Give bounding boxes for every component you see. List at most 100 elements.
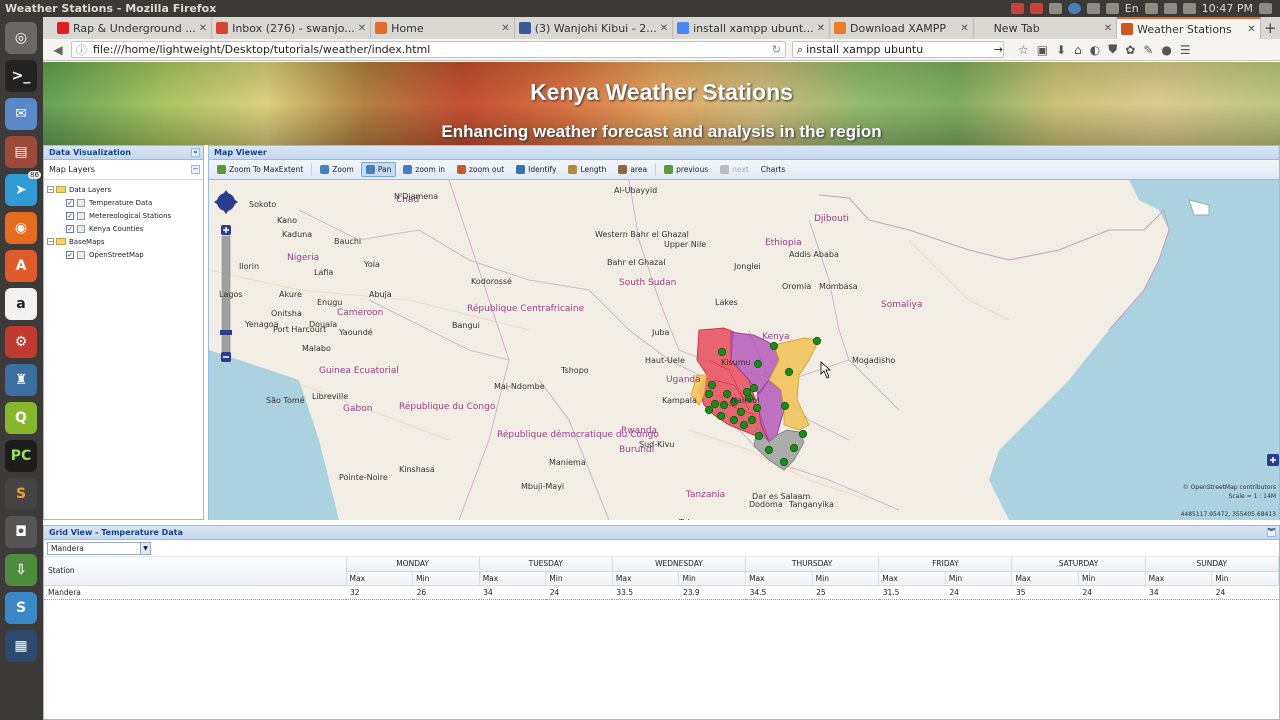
layer-checkbox[interactable]: ✓ [66,211,74,220]
layer-checkbox[interactable]: ✓ [66,250,74,259]
close-tab-icon[interactable]: ✕ [960,23,968,34]
browser-tab[interactable]: Weather Stations ✕ [1117,17,1261,39]
close-tab-icon[interactable]: ✕ [1247,24,1255,35]
new-tab-button[interactable]: + [1261,17,1280,39]
day-column-header[interactable]: FRIDAY [878,557,1013,572]
battery-icon[interactable] [1163,3,1177,14]
map-tool-zoom-in-button[interactable]: zoom in [398,162,450,177]
screenshot-icon[interactable]: ◘ [5,516,37,548]
station-marker[interactable] [784,367,794,377]
url-bar[interactable]: ⓘ file:///home/lightweight/Desktop/tutor… [71,41,786,58]
close-tab-icon[interactable]: ✕ [660,23,668,34]
collapse-toggle-icon[interactable]: − [47,186,54,193]
max-column-header[interactable]: Max [745,571,813,586]
tree-node-data-layers[interactable]: − Data Layers [44,183,203,196]
tree-node-temperature-data[interactable]: ✓ Temperature Data [44,196,203,209]
record-icon[interactable] [1010,3,1024,14]
map-tool-zoom-to-maxextent-button[interactable]: Zoom To MaxExtent [212,162,308,177]
files-icon[interactable]: ▤ [5,136,37,168]
ublock-icon[interactable]: ⛊ [1108,42,1117,57]
layer-checkbox[interactable]: ✓ [66,198,74,207]
close-app-icon[interactable] [1029,3,1043,14]
station-marker[interactable] [704,389,714,399]
station-marker[interactable] [704,405,714,415]
close-tab-icon[interactable]: ✕ [358,23,366,34]
station-marker[interactable] [707,380,717,390]
max-column-header[interactable]: Max [878,571,946,586]
software-center-icon[interactable]: A [5,250,37,282]
station-column-header[interactable]: Station [44,557,347,586]
hamburger-menu-icon[interactable]: ☰ [1180,43,1191,57]
station-marker[interactable] [719,400,729,410]
station-marker[interactable] [717,347,727,357]
back-arrow-icon[interactable]: ◀ [49,41,67,59]
chevron-down-icon[interactable]: ▼ [140,542,150,554]
search-input[interactable]: install xampp ubuntu [806,43,994,56]
close-tab-icon[interactable]: ✕ [199,23,207,34]
day-column-header[interactable]: SUNDAY [1145,557,1280,572]
day-column-header[interactable]: WEDNESDAY [612,557,747,572]
station-marker[interactable] [780,401,790,411]
close-tab-icon[interactable]: ✕ [1104,23,1112,34]
browser-tab[interactable]: install xampp ubunt... ✕ [673,17,831,39]
browser-tab[interactable]: Inbox (276) - swanjo... ✕ [212,17,372,39]
map-canvas[interactable]: Nigeria Cameroon Chad South Sudan Ethiopia Dj… [209,180,1279,520]
browser-tab[interactable]: New Tab ✕ [974,17,1118,39]
pycharm-icon[interactable]: PC [5,440,37,472]
min-column-header[interactable]: Min [1211,571,1279,586]
bookmark-star-icon[interactable]: ☆ [1018,43,1029,57]
min-column-header[interactable]: Min [945,571,1013,586]
station-marker[interactable] [764,445,774,455]
tree-node-stations[interactable]: ✓ Metereological Stations [44,209,203,222]
map-tool-zoom-button[interactable]: Zoom [315,162,359,177]
download-icon[interactable]: ⬇ [1056,43,1066,57]
station-marker[interactable] [752,403,762,413]
url-text[interactable]: file:///home/lightweight/Desktop/tutoria… [93,43,772,56]
browser-tab[interactable]: (3) Wanjohi Kibui - 2... ✕ [515,17,674,39]
browser-tab[interactable]: Download XAMPP ✕ [830,17,974,39]
county-select-value[interactable]: Mandera [51,544,140,553]
max-column-header[interactable]: Max [479,571,547,586]
mail-icon[interactable] [1105,3,1119,14]
map-tool-zoom-out-button[interactable]: zoom out [452,162,509,177]
green-extension-icon[interactable]: ● [1161,43,1171,57]
station-marker[interactable] [749,383,759,393]
map-tool-identify-button[interactable]: Identify [511,162,561,177]
day-column-header[interactable]: TUESDAY [479,557,613,572]
table-row[interactable]: Mandera 32 26 34 24 33.5 23.9 34.5 25 31.5 24 35 24 3… [44,584,1279,600]
bluetooth-icon[interactable] [1144,3,1158,14]
collapse-icon[interactable]: « [191,148,200,157]
map-tool-pan-button[interactable]: Pan [360,162,397,177]
station-marker[interactable] [753,359,763,369]
county-select[interactable]: Mandera ▼ [47,541,151,555]
workspace-icon[interactable]: ▦ [5,630,37,662]
min-column-header[interactable]: Min [412,571,480,586]
map-tool-next-button[interactable]: next [715,162,754,177]
site-info-icon[interactable]: ⓘ [76,42,87,58]
station-marker[interactable] [722,389,732,399]
station-marker[interactable] [729,415,739,425]
station-marker[interactable] [710,399,720,409]
layer-checkbox[interactable]: ✓ [66,224,74,233]
amazon-icon[interactable]: a [5,288,37,320]
firefox-icon[interactable]: ◉ [5,212,37,244]
volume-icon[interactable] [1182,3,1196,14]
min-column-header[interactable]: Min [545,571,613,586]
map-tool-charts-button[interactable]: Charts [756,162,791,177]
station-marker[interactable] [812,336,822,346]
station-marker[interactable] [739,420,749,430]
day-column-header[interactable]: MONDAY [346,557,480,572]
min-column-header[interactable]: Min [1078,571,1146,586]
station-marker[interactable] [754,431,764,441]
search-bar[interactable]: ⌕ install xampp ubuntu → [792,41,1004,58]
extension-icon[interactable]: ✿ [1125,43,1135,57]
station-marker[interactable] [789,443,799,453]
wifi-icon[interactable] [1086,3,1100,14]
notification-icon[interactable] [1067,3,1081,14]
station-marker[interactable] [769,341,779,351]
browser-tab[interactable]: Rap & Underground ... ✕ [53,17,213,39]
minus-icon[interactable]: − [191,165,200,174]
day-column-header[interactable]: THURSDAY [745,557,880,572]
station-marker[interactable] [716,411,726,421]
day-column-header[interactable]: SATURDAY [1011,557,1146,572]
